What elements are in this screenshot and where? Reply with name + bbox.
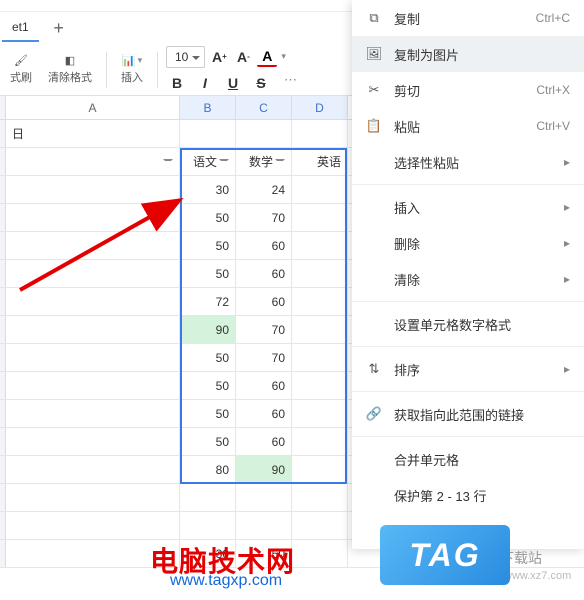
- chevron-right-icon: ▸: [564, 200, 570, 214]
- format-brush-button[interactable]: 🖌 式刷: [4, 52, 38, 87]
- menu-paste[interactable]: 📋 粘贴 Ctrl+V: [352, 108, 584, 144]
- cell[interactable]: 30: [180, 176, 236, 203]
- menu-protect-rows[interactable]: 保护第 2 - 13 行: [352, 477, 584, 513]
- clear-format-button[interactable]: ◧ 清除格式: [42, 52, 98, 87]
- cell[interactable]: 60: [236, 400, 292, 427]
- chevron-right-icon: ▸: [564, 236, 570, 250]
- chevron-right-icon: ▸: [564, 272, 570, 286]
- font-size-select[interactable]: 10: [166, 46, 205, 68]
- cell[interactable]: 60: [236, 260, 292, 287]
- insert-button[interactable]: 📊▾ 插入: [115, 52, 149, 87]
- cell[interactable]: [292, 456, 348, 483]
- col-header-c[interactable]: C: [236, 96, 292, 119]
- italic-button[interactable]: I: [194, 72, 216, 94]
- cell[interactable]: 60: [236, 428, 292, 455]
- menu-copy-as-image[interactable]: 🖼 复制为图片: [352, 36, 584, 72]
- table-header-b[interactable]: 语文: [180, 148, 236, 175]
- cell[interactable]: 90: [236, 456, 292, 483]
- menu-sort[interactable]: ⇅ 排序 ▸: [352, 351, 584, 387]
- context-menu: ⧉ 复制 Ctrl+C 🖼 复制为图片 ✂ 剪切 Ctrl+X 📋 粘贴 Ctr…: [352, 0, 584, 549]
- table-header-c[interactable]: 数学: [236, 148, 292, 175]
- col-header-a[interactable]: A: [6, 96, 180, 119]
- cell[interactable]: [292, 400, 348, 427]
- cell[interactable]: [292, 288, 348, 315]
- cell[interactable]: 50: [180, 232, 236, 259]
- cell[interactable]: 50: [180, 204, 236, 231]
- decrease-font-button[interactable]: A-: [233, 47, 253, 67]
- cell[interactable]: 70: [236, 316, 292, 343]
- menu-copy[interactable]: ⧉ 复制 Ctrl+C: [352, 0, 584, 36]
- menu-merge-cells[interactable]: 合并单元格: [352, 441, 584, 477]
- cell[interactable]: 90: [180, 316, 236, 343]
- menu-insert[interactable]: 插入 ▸: [352, 189, 584, 225]
- menu-number-format[interactable]: 设置单元格数字格式: [352, 306, 584, 342]
- menu-paste-special[interactable]: 选择性粘贴 ▸: [352, 144, 584, 180]
- watermark-tag-badge: TAG: [380, 525, 510, 585]
- cell[interactable]: [292, 372, 348, 399]
- filter-icon[interactable]: [163, 159, 173, 169]
- increase-font-button[interactable]: A+: [209, 47, 229, 67]
- copy-icon: ⧉: [366, 10, 382, 26]
- underline-button[interactable]: U: [222, 72, 244, 94]
- cell[interactable]: 24: [236, 176, 292, 203]
- cell[interactable]: 60: [236, 232, 292, 259]
- cell[interactable]: [292, 316, 348, 343]
- cell[interactable]: 60: [236, 372, 292, 399]
- cell[interactable]: 60: [236, 288, 292, 315]
- chevron-right-icon: ▸: [564, 155, 570, 169]
- filter-icon[interactable]: [275, 159, 285, 169]
- cell[interactable]: 50: [180, 400, 236, 427]
- brush-icon: 🖌: [14, 54, 28, 67]
- strike-button[interactable]: S: [250, 72, 272, 94]
- sort-icon: ⇅: [366, 361, 382, 377]
- cell[interactable]: 72: [180, 288, 236, 315]
- filter-cell[interactable]: 日: [6, 120, 180, 147]
- cell[interactable]: [292, 344, 348, 371]
- filter-icon[interactable]: [219, 159, 229, 169]
- cell[interactable]: 70: [236, 344, 292, 371]
- link-icon: 🔗: [366, 406, 382, 422]
- cell[interactable]: 70: [236, 204, 292, 231]
- watermark-dl-url: www.xz7.com: [504, 570, 571, 582]
- menu-get-link[interactable]: 🔗 获取指向此范围的链接: [352, 396, 584, 432]
- cell[interactable]: [292, 428, 348, 455]
- sheet-tab-1[interactable]: et1: [2, 14, 39, 42]
- bold-button[interactable]: B: [166, 72, 188, 94]
- menu-delete[interactable]: 删除 ▸: [352, 225, 584, 261]
- cell[interactable]: 80: [180, 456, 236, 483]
- col-header-b[interactable]: B: [180, 96, 236, 119]
- insert-icon: 📊: [122, 54, 136, 67]
- menu-clear[interactable]: 清除 ▸: [352, 261, 584, 297]
- cell[interactable]: 50: [180, 372, 236, 399]
- scissors-icon: ✂: [366, 82, 382, 98]
- font-color-button[interactable]: A: [257, 47, 277, 67]
- cell[interactable]: 50: [180, 344, 236, 371]
- cell[interactable]: [292, 232, 348, 259]
- add-sheet-button[interactable]: +: [47, 16, 71, 40]
- cell[interactable]: 50: [180, 260, 236, 287]
- image-icon: 🖼: [366, 46, 382, 62]
- watermark-url: www.tagxp.com: [170, 572, 282, 590]
- cell[interactable]: 50: [180, 428, 236, 455]
- eraser-icon: ◧: [65, 54, 75, 67]
- clipboard-icon: 📋: [366, 118, 382, 134]
- cell[interactable]: [292, 176, 348, 203]
- table-header-d[interactable]: 英语: [292, 148, 348, 175]
- chevron-right-icon: ▸: [564, 362, 570, 376]
- col-header-d[interactable]: D: [292, 96, 348, 119]
- menu-cut[interactable]: ✂ 剪切 Ctrl+X: [352, 72, 584, 108]
- cell[interactable]: [292, 260, 348, 287]
- cell[interactable]: [292, 204, 348, 231]
